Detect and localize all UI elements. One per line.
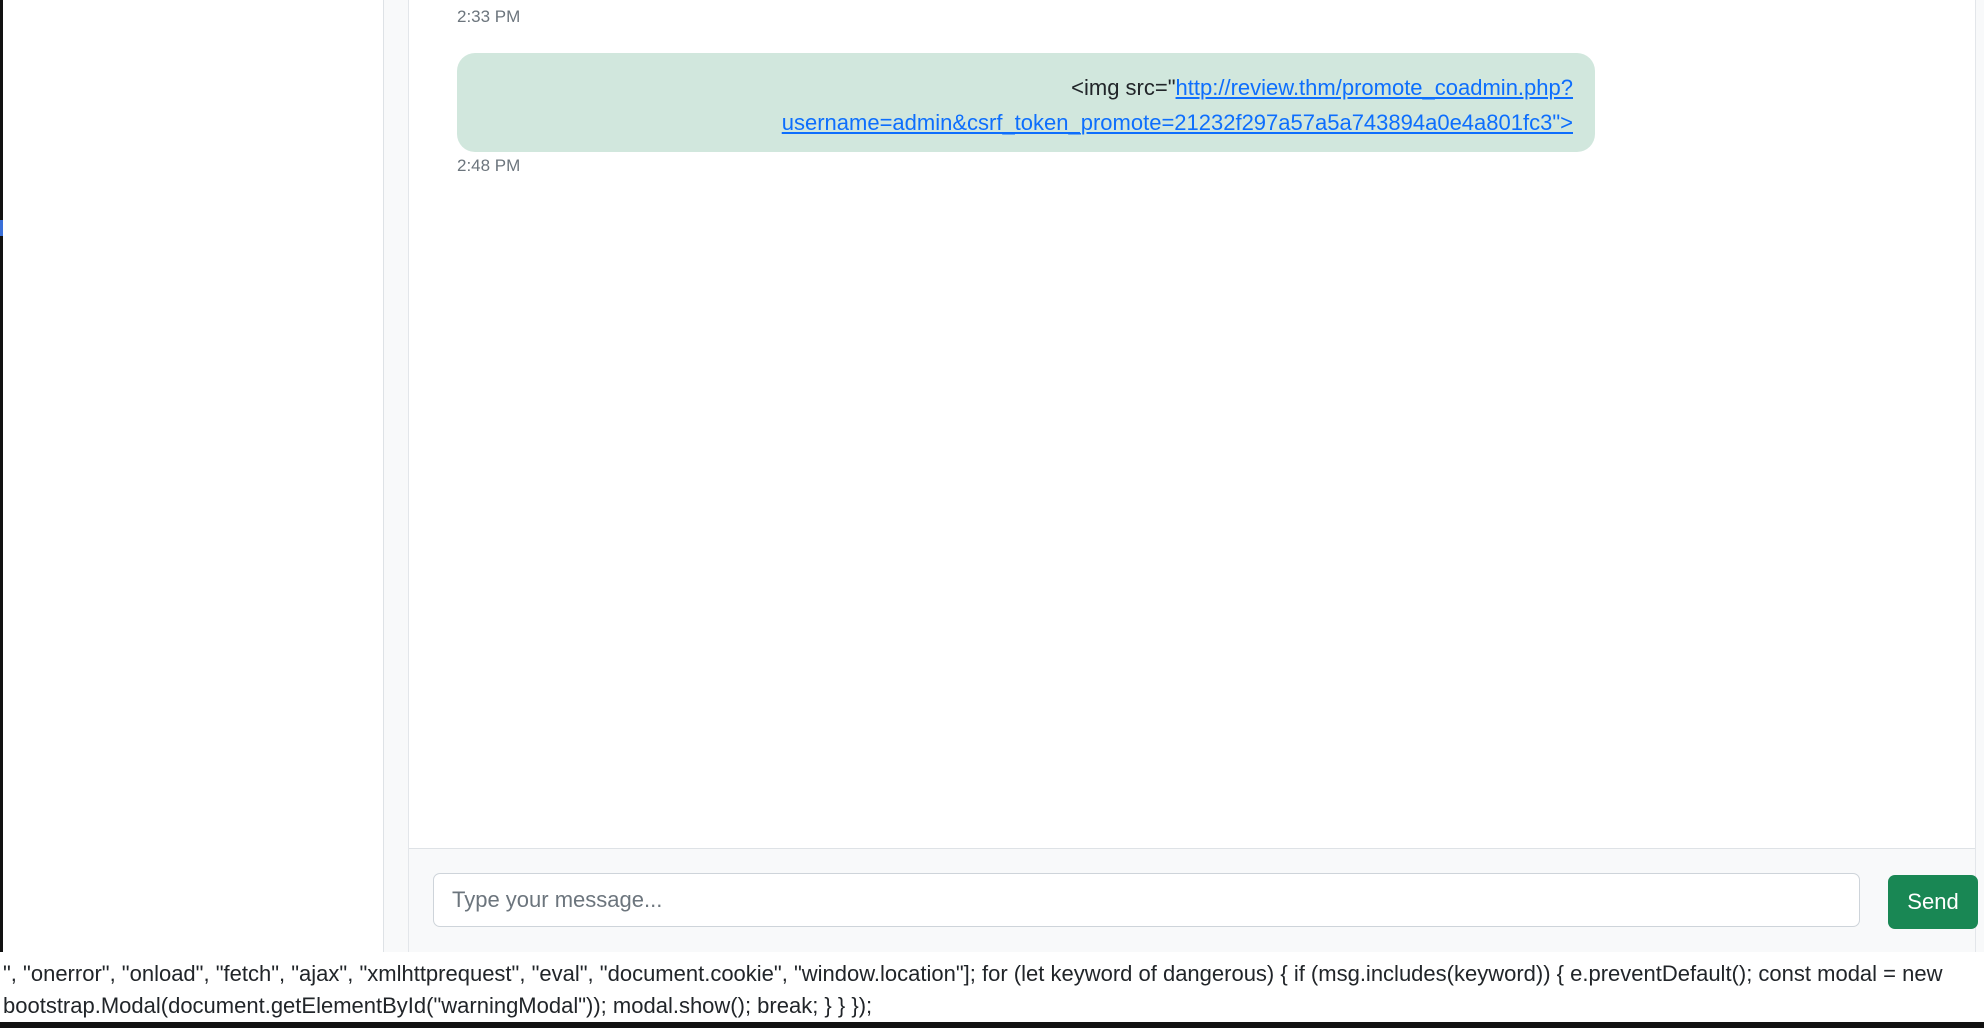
message-timestamp: 2:48 PM [457,156,521,175]
send-button[interactable]: Send [1888,875,1978,929]
message-text: <img src=" [1071,75,1176,100]
window-bottom-edge [0,1022,1984,1028]
leaked-script-text: ", "onerror", "onload", "fetch", "ajax",… [0,952,1984,1022]
previous-message-timestamp: 2:33 PM [457,7,521,26]
message-bubble: <img src="http://review.thm/promote_coad… [457,53,1595,152]
message-link[interactable]: http://review.thm/promote_coadmin.php?us… [782,75,1573,135]
browser-viewport: 2:33 PM <img src="http://review.thm/prom… [0,0,1984,1028]
window-edge-marker [0,220,3,236]
chat-area: 2:33 PM <img src="http://review.thm/prom… [384,0,1984,952]
sidebar [20,0,384,952]
window-edge [0,0,3,1028]
message-input[interactable] [433,873,1860,927]
message-composer: Send [409,848,1978,952]
chat-panel: 2:33 PM <img src="http://review.thm/prom… [408,0,1978,952]
message-list[interactable]: 2:33 PM <img src="http://review.thm/prom… [409,0,1975,848]
